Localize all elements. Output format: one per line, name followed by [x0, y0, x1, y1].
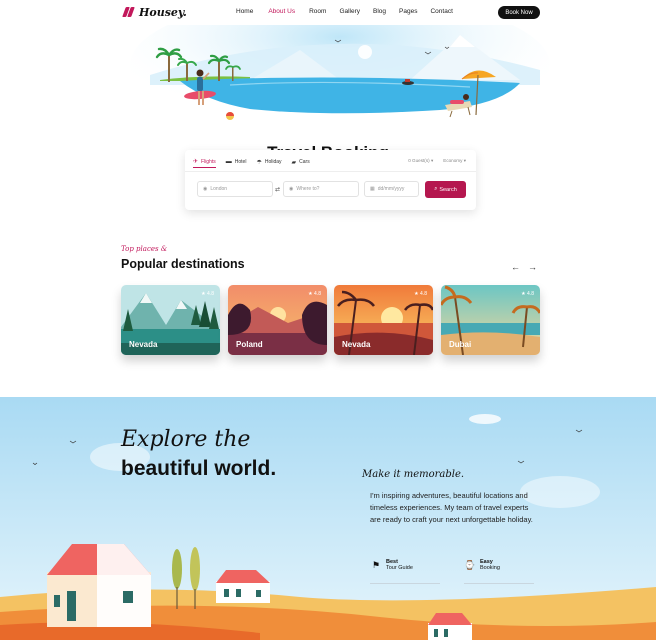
location-pin-icon: ◉	[203, 186, 208, 192]
arrow-right-icon[interactable]: →	[528, 262, 537, 272]
watch-icon: ⌚	[464, 560, 476, 570]
booking-options: 0 Guest(s) ▾ Economy ▾	[408, 158, 466, 164]
guests-select[interactable]: 0 Guest(s) ▾	[408, 158, 433, 164]
rating-value: 4.8	[207, 291, 214, 297]
tab-hotel[interactable]: ▬ Hotel	[226, 156, 247, 168]
chevron-down-icon: ▾	[430, 158, 434, 163]
booking-tabs: ✈ Flights ▬ Hotel ☂ Holiday ▰ Cars	[193, 156, 310, 168]
chevron-down-icon: ▾	[463, 158, 466, 163]
tab-label: Flights	[201, 158, 216, 165]
class-label: Economy	[443, 158, 463, 163]
feature-tour-guide: ⚑ Best Tour Guide	[370, 559, 413, 571]
tab-label: Hotel	[234, 159, 247, 165]
rating-value: 4.8	[420, 291, 427, 297]
search-label: Search	[439, 186, 457, 193]
nav-item-room[interactable]: Room	[309, 8, 326, 15]
calendar-icon: ▦	[370, 186, 375, 192]
booking-widget: ✈ Flights ▬ Hotel ☂ Holiday ▰ Cars 0 Gue…	[185, 150, 476, 210]
bed-icon: ▬	[225, 159, 232, 165]
feature-line2: Tour Guide	[386, 565, 413, 571]
explore-paragraph: I'm inspiring adventures, beautiful loca…	[370, 491, 533, 524]
class-select[interactable]: Economy ▾	[443, 158, 466, 164]
top-navbar: Housey. Home About Us Room Gallery Blog …	[0, 0, 656, 25]
to-field[interactable]: ◉ Where to?	[283, 181, 359, 197]
nav-item-about-us[interactable]: About Us	[268, 8, 295, 15]
umbrella-icon: ☂	[256, 159, 262, 166]
logo-text: Housey.	[139, 5, 187, 19]
card-name: Poland	[236, 340, 263, 349]
logo-mark-icon	[122, 5, 136, 19]
destination-card[interactable]: ★ 4.8 Dubai	[441, 285, 540, 355]
card-rating: ★ 4.8	[308, 291, 321, 297]
tab-label: Holiday	[264, 159, 282, 165]
card-rating: ★ 4.8	[201, 291, 214, 297]
tab-label: Cars	[299, 159, 310, 165]
explore-illustration	[0, 397, 656, 640]
nav-item-pages[interactable]: Pages	[399, 8, 417, 15]
divider	[370, 583, 440, 584]
feature-line2: Booking	[480, 565, 500, 571]
date-field[interactable]: ▦ dd/mm/yyyy	[364, 181, 419, 197]
explore-bold-heading: beautiful world.	[121, 457, 277, 480]
guests-label: 0 Guest(s)	[408, 158, 430, 163]
explore-script-heading: Explore the	[121, 427, 251, 452]
destination-card[interactable]: ★ 4.8 Poland	[228, 285, 327, 355]
swap-icon[interactable]: ⇄	[275, 186, 280, 193]
main-menu: Home About Us Room Gallery Blog Pages Co…	[236, 8, 453, 15]
rating-value: 4.8	[527, 291, 534, 297]
search-icon: ⌕	[434, 186, 438, 192]
card-name: Nevada	[342, 340, 371, 349]
book-now-button[interactable]: Book Now	[498, 6, 540, 19]
tab-holiday[interactable]: ☂ Holiday	[256, 156, 281, 168]
search-button[interactable]: ⌕ Search	[425, 181, 466, 198]
from-placeholder: London	[210, 186, 228, 192]
location-pin-icon: ◉	[289, 186, 294, 192]
destination-card[interactable]: ★ 4.8 Nevada	[334, 285, 433, 355]
tab-cars[interactable]: ▰ Cars	[292, 156, 310, 168]
card-name: Dubai	[449, 340, 472, 349]
arrow-left-icon[interactable]: ←	[511, 262, 520, 272]
card-rating: ★ 4.8	[414, 291, 427, 297]
explore-section: Explore the beautiful world. Make it mem…	[0, 397, 656, 640]
card-name: Nevada	[129, 340, 158, 349]
nav-item-blog[interactable]: Blog	[373, 8, 386, 15]
destinations-title: Popular destinations	[121, 257, 245, 271]
car-icon: ▰	[291, 159, 297, 166]
divider	[185, 171, 476, 172]
card-rating: ★ 4.8	[521, 291, 534, 297]
nav-item-gallery[interactable]: Gallery	[339, 8, 360, 15]
tab-flights[interactable]: ✈ Flights	[193, 156, 216, 168]
from-field[interactable]: ◉ London	[197, 181, 273, 197]
destination-card[interactable]: ★ 4.8 Nevada	[121, 285, 220, 355]
destinations-subtitle: Top places &	[121, 245, 168, 253]
plane-icon: ✈	[193, 159, 199, 165]
to-placeholder: Where to?	[296, 186, 320, 192]
guide-icon: ⚑	[371, 560, 381, 570]
divider	[464, 583, 534, 584]
memorable-tagline: Make it memorable.	[362, 469, 465, 480]
nav-item-contact[interactable]: Contact	[430, 8, 452, 15]
feature-easy-booking: ⌚ Easy Booking	[464, 559, 500, 571]
rating-value: 4.8	[314, 291, 321, 297]
date-placeholder: dd/mm/yyyy	[377, 186, 405, 192]
logo[interactable]: Housey.	[122, 5, 187, 19]
nav-item-home[interactable]: Home	[236, 8, 253, 15]
